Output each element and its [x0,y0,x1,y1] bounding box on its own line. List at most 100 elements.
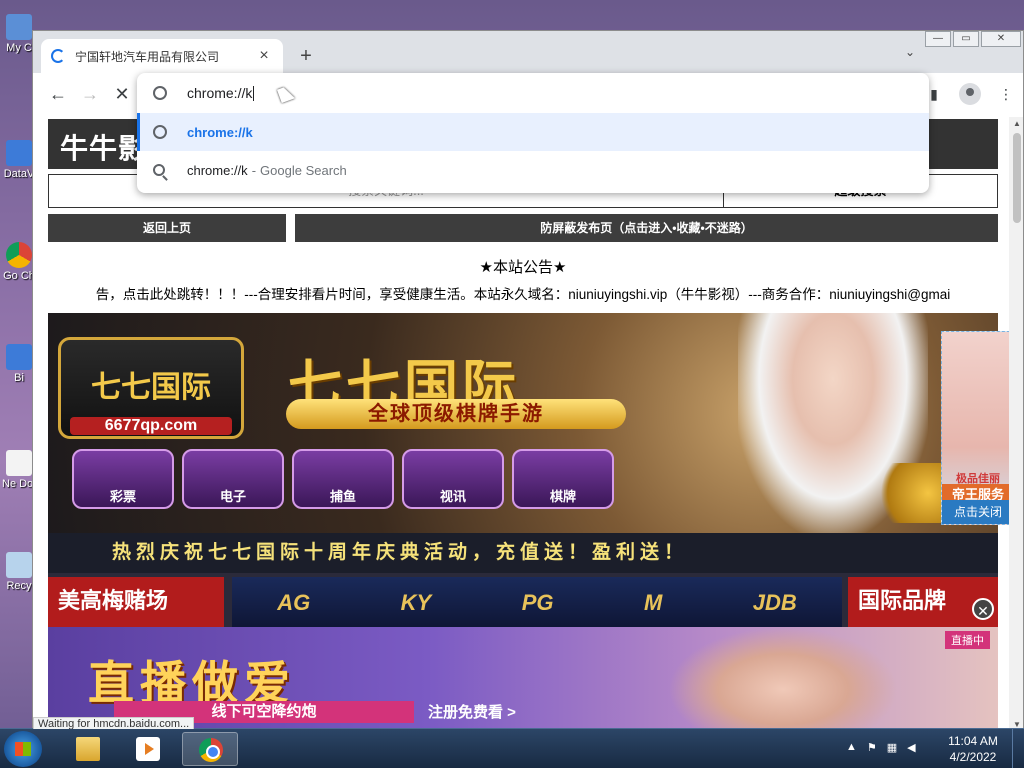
browser-window: 宁国轩地汽车用品有限公司 × + ⌄ — ▭ ✕ ← → ✕ ▮ ⋮ chrom… [32,30,1024,730]
ad-game-tile: 视讯 [402,449,504,509]
ad-game-label: 捕鱼 [329,489,356,504]
suggestion-url[interactable]: chrome://k [137,113,929,151]
status-bubble: Waiting for hmcdn.baidu.com... [33,717,195,729]
web-page: 牛牛影视 搜索关键词... 超级搜索 返回上页 防屏蔽发布页（点击进入•收藏•不… [33,117,1023,729]
computer-icon [6,14,32,40]
scroll-thumb[interactable] [1013,133,1021,223]
ad-logo-text: 七七国际 [91,371,211,404]
recycle-bin-icon [6,552,32,578]
chrome-icon [6,242,32,268]
media-player-icon [136,737,160,761]
ad-provider: KY [400,590,432,615]
ad-game-tile: 捕鱼 [292,449,394,509]
start-button[interactable] [4,731,42,767]
ad-provider-list: AG KY PG M JDB [232,577,842,629]
show-desktop-button[interactable] [1012,729,1024,768]
desktop-icon-computer[interactable]: My C [2,14,36,54]
suggestion-search[interactable]: chrome://k - Google Search [137,151,929,189]
notice-title: ★本站公告★ [479,259,567,276]
ad-game-tile: 电子 [182,449,284,509]
desktop-icon-label: DataV [3,168,35,180]
action-center-icon[interactable]: ⚑ [867,741,877,754]
app-icon [6,140,32,166]
suggestion-engine: Google Search [260,162,347,178]
taskbar-explorer[interactable] [60,732,116,766]
ad-game-label: 棋牌 [549,489,576,504]
chrome-icon [199,738,223,762]
desktop-icon-label: Recy [6,580,32,592]
ad-close-icon[interactable]: ✕ [972,598,994,620]
desktop-icon-document[interactable]: Ne Doc [2,450,36,490]
desktop-icon-datav[interactable]: DataV [2,140,36,180]
profile-avatar[interactable] [959,83,981,105]
desktop-icon-chrome[interactable]: Go Ch [2,242,36,282]
ad-ticker[interactable]: 热烈庆祝七七国际十周年庆典活动，充值送！盈利送！ [48,533,998,573]
app-icon [6,344,32,370]
desktop-icon-label: My C [6,42,32,54]
taskbar: ▲ ⚑ ▦ ◀ 11:04 AM 4/2/2022 [0,728,1024,768]
search-icon [153,164,165,176]
tab-active[interactable]: 宁国轩地汽车用品有限公司 × [41,39,283,73]
desktop-icon-app[interactable]: Bi [2,344,36,384]
ad-provider: PG [521,590,554,615]
clock-time: 11:04 AM [948,734,998,748]
suggestion-separator: - [251,162,257,178]
ad-banner-casino[interactable]: 七七国际 6677qp.com 七七国际 全球顶级棋牌手游 彩票 电子 捕鱼 视… [48,313,998,533]
ad-game-label: 彩票 [109,489,136,504]
document-icon [6,450,32,476]
omnibox-dropdown: chrome://k chrome://k chrome://k - Googl… [137,73,929,193]
ad-game-label: 电子 [219,489,246,504]
close-window-button[interactable]: ✕ [981,31,1021,47]
floating-ad[interactable]: 极品佳丽 帝王服务 点击关闭 [941,331,1015,525]
tray-expand-icon[interactable]: ▲ [846,741,857,754]
ad-url: 6677qp.com [70,417,232,435]
ad-provider: M [643,590,663,615]
ad-subtitle: 全球顶级棋牌手游 [286,399,626,429]
desktop-icons: My C DataV Go Ch Bi Ne Doc Recy [0,0,36,728]
taskbar-media-player[interactable] [120,732,176,766]
ad-game-tile: 棋牌 [512,449,614,509]
back-page-button[interactable]: 返回上页 [48,214,286,242]
address-bar[interactable]: chrome://k [137,73,929,113]
tab-title: 宁国轩地汽车用品有限公司 [75,49,220,64]
tab-search-button[interactable]: ⌄ [905,45,915,59]
scroll-up-icon[interactable]: ▲ [1013,119,1021,128]
suggestion-text: chrome://k [187,162,248,178]
clock[interactable]: 11:04 AM 4/2/2022 [944,733,1002,765]
ad-game-label: 视讯 [439,489,466,504]
loading-spinner-icon [51,49,65,63]
desktop-icon-label: Bi [14,372,24,384]
desktop-icon-recycle[interactable]: Recy [2,552,36,592]
new-tab-button[interactable]: + [295,45,317,68]
site-nav: 返回上页 防屏蔽发布页（点击进入•收藏•不迷路） [48,214,998,242]
stop-loading-button[interactable]: ✕ [109,81,135,107]
taskbar-chrome[interactable] [182,732,238,766]
ad-banner-live[interactable]: 直播做爱 线下可空降约炮 注册免费看 > 直播中 [48,627,998,729]
ad-game-tile: 彩票 [72,449,174,509]
forward-button[interactable]: → [77,81,103,107]
volume-icon[interactable]: ◀ [907,741,915,754]
maximize-button[interactable]: ▭ [953,31,979,47]
window-controls: — ▭ ✕ [925,31,1021,47]
publish-page-link[interactable]: 防屏蔽发布页（点击进入•收藏•不迷路） [295,214,998,242]
ad-register-link: 注册免费看 > [428,704,516,721]
text-caret [253,85,255,101]
address-input-text[interactable]: chrome://k [187,85,252,101]
globe-icon [153,125,167,139]
clock-date: 4/2/2022 [949,750,997,764]
site-notice: ★本站公告★ 告，点击此处跳转！！！---合理安排看片时间，享受健康生活。本站永… [48,250,998,310]
desktop-icon-label: Go Ch [3,270,35,282]
ad-provider: JDB [752,590,797,615]
network-icon[interactable]: ▦ [887,741,897,754]
floating-ad-close-button[interactable]: 点击关闭 [942,500,1014,524]
menu-kebab-icon[interactable]: ⋮ [995,83,1017,105]
page-scrollbar[interactable]: ▲ ▼ [1009,117,1023,729]
notice-marquee[interactable]: 告，点击此处跳转！！！---合理安排看片时间，享受健康生活。本站永久域名：niu… [48,283,998,303]
folder-icon [76,737,100,761]
desktop-icon-label: Ne Doc [2,478,36,490]
suggestion-text: chrome://k [187,124,253,140]
tab-close-icon[interactable]: × [255,47,273,65]
ad-banner-providers[interactable]: 美高梅赌场 AG KY PG M JDB 国际品牌 [48,573,998,629]
minimize-button[interactable]: — [925,31,951,47]
back-button[interactable]: ← [45,81,71,107]
